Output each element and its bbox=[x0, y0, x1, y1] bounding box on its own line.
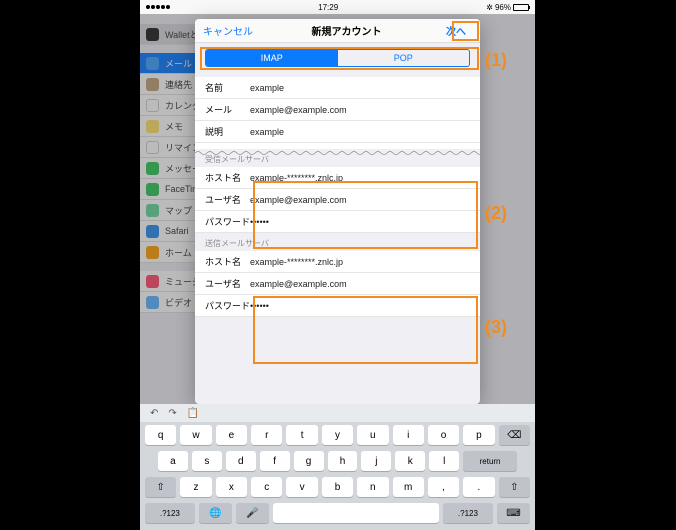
key-t[interactable]: t bbox=[286, 425, 317, 445]
backspace-key[interactable]: ⌫ bbox=[499, 425, 530, 445]
desc-field[interactable]: example bbox=[250, 127, 470, 137]
battery-icon bbox=[513, 4, 529, 11]
wifi-icon: ✲ bbox=[486, 3, 493, 12]
redo-icon[interactable]: ↷ bbox=[168, 408, 176, 419]
incoming-pass-field[interactable]: •••••• bbox=[250, 217, 470, 227]
key-v[interactable]: v bbox=[286, 477, 317, 497]
key-x[interactable]: x bbox=[216, 477, 247, 497]
key-k[interactable]: k bbox=[395, 451, 425, 471]
key-l[interactable]: l bbox=[429, 451, 459, 471]
key-h[interactable]: h bbox=[328, 451, 358, 471]
annotation-2: (2) bbox=[485, 203, 507, 224]
cancel-button[interactable]: キャンセル bbox=[203, 23, 253, 38]
key-r[interactable]: r bbox=[251, 425, 282, 445]
key-u[interactable]: u bbox=[357, 425, 388, 445]
key-q[interactable]: q bbox=[145, 425, 176, 445]
key-a[interactable]: a bbox=[158, 451, 188, 471]
status-time: 17:29 bbox=[318, 3, 338, 12]
space-key[interactable] bbox=[273, 503, 439, 523]
key-b[interactable]: b bbox=[322, 477, 353, 497]
annotation-1: (1) bbox=[485, 50, 507, 71]
outgoing-pass-field[interactable]: •••••• bbox=[250, 301, 470, 311]
sheet-title: 新規アカウント bbox=[312, 23, 382, 38]
key-o[interactable]: o bbox=[428, 425, 459, 445]
key-i[interactable]: i bbox=[393, 425, 424, 445]
key-e[interactable]: e bbox=[216, 425, 247, 445]
mic-key[interactable]: 🎤 bbox=[236, 503, 269, 523]
shift-left-key[interactable]: ⇧ bbox=[145, 477, 176, 497]
key-y[interactable]: y bbox=[322, 425, 353, 445]
key-n[interactable]: n bbox=[357, 477, 388, 497]
key-m[interactable]: m bbox=[393, 477, 424, 497]
segment-imap[interactable]: IMAP bbox=[206, 50, 338, 66]
key-,[interactable]: , bbox=[428, 477, 459, 497]
key-.[interactable]: . bbox=[463, 477, 494, 497]
segment-pop[interactable]: POP bbox=[338, 50, 470, 66]
incoming-host-field[interactable]: example-********.znlc.jp bbox=[250, 173, 470, 183]
dismiss-key[interactable]: ⌨ bbox=[497, 503, 530, 523]
outgoing-host-field[interactable]: example-********.znlc.jp bbox=[250, 257, 470, 267]
key-w[interactable]: w bbox=[180, 425, 211, 445]
outgoing-user-field[interactable]: example@example.com bbox=[250, 279, 470, 289]
new-account-sheet: キャンセル 新規アカウント 次へ IMAP POP 名前example メールe… bbox=[195, 19, 480, 404]
undo-icon[interactable]: ↶ bbox=[150, 408, 158, 419]
key-d[interactable]: d bbox=[226, 451, 256, 471]
annotation-3: (3) bbox=[485, 317, 507, 338]
key-j[interactable]: j bbox=[361, 451, 391, 471]
key-z[interactable]: z bbox=[180, 477, 211, 497]
keyboard[interactable]: ↶ ↷ 📋 qwertyuiop⌫ asdfghjklreturn ⇧zxcvb… bbox=[140, 404, 535, 530]
protocol-segment[interactable]: IMAP POP bbox=[205, 49, 470, 67]
key-c[interactable]: c bbox=[251, 477, 282, 497]
key-s[interactable]: s bbox=[192, 451, 222, 471]
mail-field[interactable]: example@example.com bbox=[250, 105, 470, 115]
paste-icon[interactable]: 📋 bbox=[187, 408, 199, 419]
key-p[interactable]: p bbox=[463, 425, 494, 445]
next-button[interactable]: 次へ bbox=[440, 21, 472, 40]
key-f[interactable]: f bbox=[260, 451, 290, 471]
key-g[interactable]: g bbox=[294, 451, 324, 471]
outgoing-header: 送信メールサーバ bbox=[195, 233, 480, 251]
name-field[interactable]: example bbox=[250, 83, 470, 93]
numkey-right[interactable]: .?123 bbox=[443, 503, 493, 523]
incoming-user-field[interactable]: example@example.com bbox=[250, 195, 470, 205]
return-key[interactable]: return bbox=[463, 451, 517, 471]
shift-right-key[interactable]: ⇧ bbox=[499, 477, 530, 497]
globe-key[interactable]: 🌐 bbox=[199, 503, 232, 523]
status-bar: 17:29 ✲ 96% bbox=[140, 0, 535, 14]
numkey-left[interactable]: .?123 bbox=[145, 503, 195, 523]
ipad-frame: 17:29 ✲ 96% Walletと メール 連絡先 カレンダ メモ リマイン… bbox=[140, 0, 535, 530]
